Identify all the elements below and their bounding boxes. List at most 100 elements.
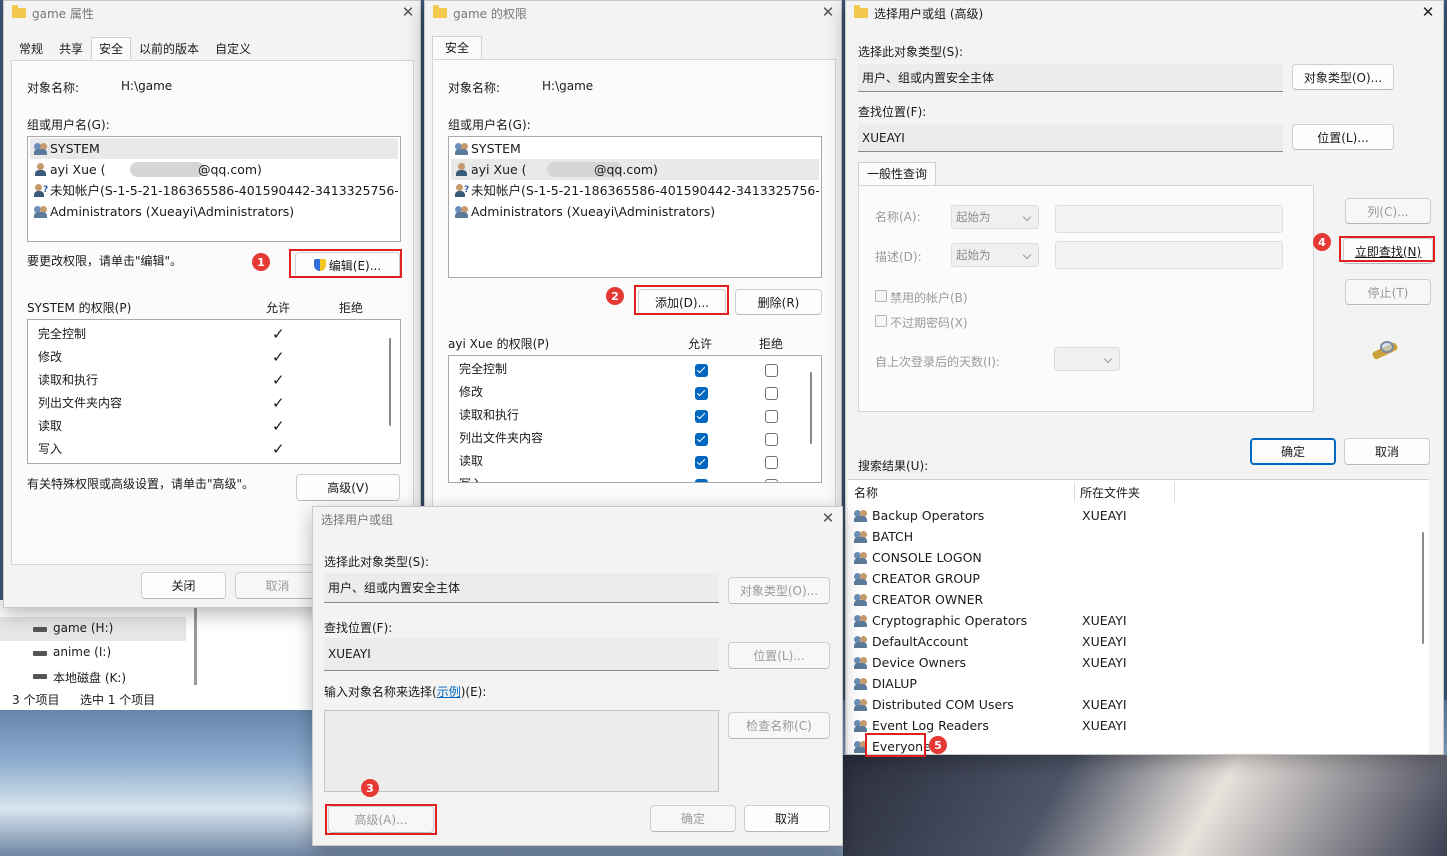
explorer-scrollbar[interactable] [194,605,197,685]
check-names-button[interactable]: 检查名称(C) [728,712,830,739]
deny-checkbox[interactable] [765,364,778,377]
close-icon[interactable]: ✕ [818,509,838,527]
deny-checkbox[interactable] [765,479,778,482]
disabled-accounts-checkbox[interactable] [875,290,887,302]
list-item[interactable]: ? 未知帐户(S-1-5-21-186365586-401590442-34133… [30,180,398,201]
result-row[interactable]: Distributed COM Users XUEAYI [850,694,1409,715]
column-header-name[interactable]: 名称 [854,484,878,501]
results-list[interactable]: 名称 所在文件夹 Backup Operators XUEAYI BATCH CONS… [848,479,1429,754]
deny-checkbox[interactable] [765,387,778,400]
description-starts-with-combo[interactable]: 起始为 [951,243,1039,267]
allow-checkbox[interactable] [695,387,708,400]
allow-checkbox[interactable] [695,433,708,446]
query-panel: 名称(A): 起始为 描述(D): 起始为 禁用的帐户(B) 不过期密码(X) … [858,185,1314,412]
result-name: BATCH [872,529,914,544]
result-row[interactable]: Cryptographic Operators XUEAYI [850,610,1409,631]
close-icon[interactable]: ✕ [398,3,418,21]
perm-label: 完全控制 [459,362,508,376]
list-item[interactable]: SYSTEM [30,138,398,159]
list-item[interactable]: ? 未知帐户(S-1-5-21-186365586-401590442-34133… [451,180,819,201]
tab-security[interactable]: 安全 [432,36,483,59]
list-item[interactable]: Administrators (Xueayi\Administrators) [30,201,398,222]
tab-security[interactable]: 安全 [91,37,132,60]
users-group-icon [34,205,48,218]
tab-customize[interactable]: 自定义 [207,37,259,60]
ok-button[interactable]: 确定 [1250,438,1336,465]
allow-checkbox[interactable] [695,410,708,423]
close-button[interactable]: 关闭 [141,572,226,599]
deny-checkbox[interactable] [765,456,778,469]
object-name-value: H:\game [542,79,594,93]
tab-sharing[interactable]: 共享 [51,37,91,60]
object-types-button[interactable]: 对象类型(O)... [728,577,830,604]
advanced-button[interactable]: 高级(A)... [328,806,434,833]
remove-button[interactable]: 删除(R) [735,289,822,315]
result-row[interactable]: CREATOR OWNER [850,589,1409,610]
result-row[interactable]: Event Log Readers XUEAYI [850,715,1409,736]
edit-button[interactable]: 编辑(E)... [295,252,400,278]
close-icon[interactable]: ✕ [818,3,838,21]
close-icon[interactable]: ✕ [1418,3,1438,21]
drive-label[interactable]: 本地磁盘 (K:) [53,669,126,686]
window-title: game 属性 [32,6,94,21]
scrollbar[interactable] [810,372,812,444]
result-row[interactable]: CONSOLE LOGON [850,547,1409,568]
locations-button[interactable]: 位置(L)... [1292,124,1394,150]
names-input[interactable] [324,710,719,792]
deny-checkbox[interactable] [765,410,778,423]
non-expiring-checkbox[interactable] [875,315,887,327]
step-badge: 3 [361,779,379,797]
user-list[interactable]: SYSTEM ayi Xue (@qq.com) ? 未知帐户(S-1-5-21-… [27,136,401,242]
group-label: 组或用户名(G): [27,118,110,132]
object-types-button[interactable]: 对象类型(O)... [1292,64,1394,90]
column-header-folder[interactable]: 所在文件夹 [1080,484,1140,501]
allow-checkbox[interactable] [695,456,708,469]
cancel-button[interactable]: 取消 [1344,438,1430,465]
perm-label: 读取和执行 [38,373,99,387]
result-row[interactable]: BATCH [850,526,1409,547]
examples-link[interactable]: 示例 [437,685,461,699]
add-button[interactable]: 添加(D)... [638,289,726,315]
advanced-button[interactable]: 高级(V) [296,474,400,501]
name-input[interactable] [1055,205,1283,233]
user-list[interactable]: SYSTEM ayi Xue (@qq.com) ? 未知帐户(S-1-5-21-… [448,136,822,278]
select-users-dialog: 选择用户或组 ✕ 选择此对象类型(S): 用户、组或内置安全主体 对象类型(O)… [312,506,843,846]
users-group-icon [34,142,48,155]
stop-button[interactable]: 停止(T) [1345,279,1431,305]
list-item[interactable]: Administrators (Xueayi\Administrators) [451,201,819,222]
result-row[interactable]: Backup Operators XUEAYI [850,505,1409,526]
tab-previous-versions[interactable]: 以前的版本 [131,37,207,60]
list-item[interactable]: SYSTEM [451,138,819,159]
ok-button[interactable]: 确定 [650,805,736,832]
results-scrollbar[interactable] [1422,532,1424,644]
checkmark-icon: ✓ [272,325,285,343]
drive-label[interactable]: anime (I:) [53,645,111,659]
locations-button[interactable]: 位置(L)... [728,642,830,669]
result-name: Backup Operators [872,508,985,523]
find-now-button[interactable]: 立即查找(N) [1343,238,1433,264]
list-item[interactable]: ayi Xue (@qq.com) [451,159,819,180]
result-row[interactable]: DIALUP [850,673,1409,694]
name-starts-with-combo[interactable]: 起始为 [951,205,1039,229]
tab-general[interactable]: 常规 [11,37,51,60]
users-group-icon [854,530,868,543]
cancel-button[interactable]: 取消 [235,572,320,599]
drive-icon [33,674,47,679]
checkmark-icon: ✓ [272,371,285,389]
result-row[interactable]: DefaultAccount XUEAYI [850,631,1409,652]
allow-checkbox[interactable] [695,364,708,377]
result-name: DIALUP [872,676,917,691]
deny-checkbox[interactable] [765,433,778,446]
list-item[interactable]: ayi Xue (@qq.com) [30,159,398,180]
result-row[interactable]: CREATOR GROUP [850,568,1409,589]
description-input[interactable] [1055,241,1283,269]
tab-common-queries[interactable]: 一般性查询 [858,162,937,186]
days-since-logon-combo[interactable] [1054,347,1120,371]
cancel-button[interactable]: 取消 [744,805,830,832]
perm-label: 读取和执行 [459,408,520,422]
columns-button[interactable]: 列(C)... [1345,198,1431,224]
scrollbar[interactable] [389,338,391,426]
users-group-icon [455,205,469,218]
result-row[interactable]: Device Owners XUEAYI [850,652,1409,673]
allow-checkbox[interactable] [695,479,708,482]
